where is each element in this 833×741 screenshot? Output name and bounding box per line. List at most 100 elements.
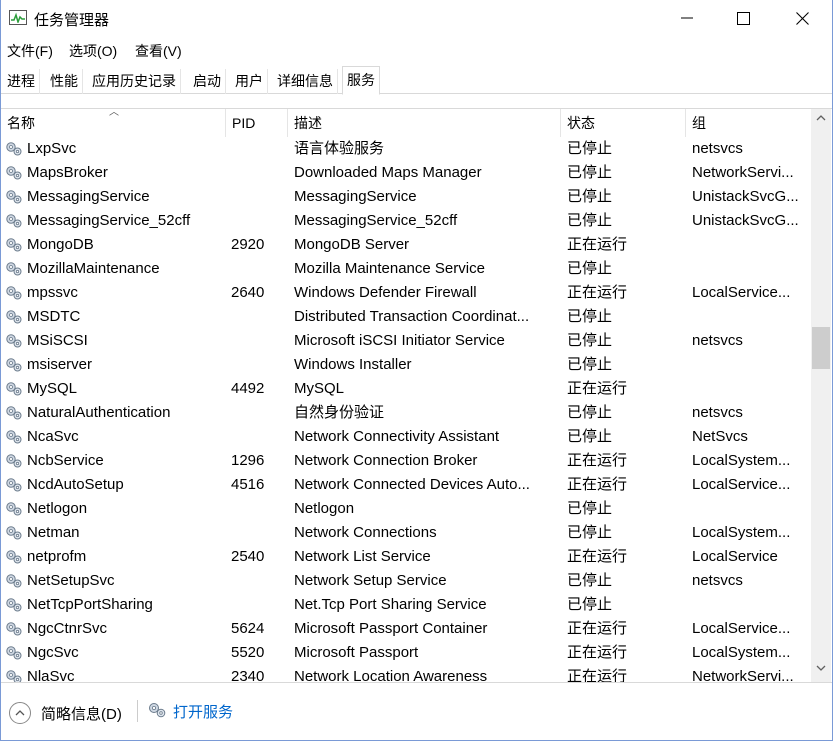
table-row[interactable]: MessagingService MessagingService 已停止 Unist… (1, 185, 811, 209)
table-row[interactable]: MapsBroker Downloaded Maps Manager 已停止 Netw… (1, 161, 811, 185)
maximize-button[interactable] (712, 0, 774, 36)
service-pid (231, 425, 281, 449)
service-pid (231, 185, 281, 209)
table-row[interactable]: MozillaMaintenance Mozilla Maintenance Se… (1, 257, 811, 281)
service-gear-icon (5, 237, 23, 253)
service-gear-icon (5, 381, 23, 397)
title-bar[interactable]: 任务管理器 (1, 0, 832, 36)
table-row[interactable]: NetSetupSvc Network Setup Service 已停止 netsv… (1, 569, 811, 593)
service-description: Microsoft iSCSI Initiator Service (294, 332, 505, 349)
tab-startup[interactable]: 启动 (189, 69, 226, 94)
menu-options[interactable]: 选项(O) (69, 41, 117, 61)
table-row[interactable]: NaturalAuthentication 自然身份验证 已停止 netsvcs (1, 401, 811, 425)
minimize-button[interactable] (656, 0, 718, 36)
column-header-group[interactable]: 组 (686, 109, 811, 137)
table-row[interactable]: MSDTC Distributed Transaction Coordinat..… (1, 305, 811, 329)
sort-ascending-icon: ︿ (109, 107, 119, 118)
table-row[interactable]: NcbService 1296 Network Connection Broker 正… (1, 449, 811, 473)
table-row[interactable]: MessagingService_52cff MessagingService_5… (1, 209, 811, 233)
service-group: LocalService... (692, 284, 791, 301)
table-row[interactable]: MSiSCSI Microsoft iSCSI Initiator Service… (1, 329, 811, 353)
service-group: NetworkServi... (692, 164, 794, 181)
table-row[interactable]: mpssvc 2640 Windows Defender Firewall 正在运行 L… (1, 281, 811, 305)
open-services-link[interactable]: 打开服务 (147, 701, 233, 722)
table-row[interactable]: Netman Network Connections 已停止 LocalSystem.… (1, 521, 811, 545)
menu-view[interactable]: 查看(V) (135, 41, 182, 61)
table-row[interactable]: NcaSvc Network Connectivity Assistant 已停止 N… (1, 425, 811, 449)
service-group: LocalService (692, 548, 778, 565)
task-manager-icon (9, 10, 27, 25)
service-name: MozillaMaintenance (27, 260, 160, 277)
service-gear-icon (5, 165, 23, 181)
service-group: netsvcs (692, 332, 743, 349)
service-gear-icon (5, 669, 23, 683)
table-row[interactable]: netprofm 2540 Network List Service 正在运行 Loca… (1, 545, 811, 569)
service-status: 正在运行 (567, 548, 628, 565)
service-description: Network Connection Broker (294, 452, 478, 469)
table-row[interactable]: MongoDB 2920 MongoDB Server 正在运行 (1, 233, 811, 257)
task-manager-window: 任务管理器 文件(F) 选项(O) 查看(V) 进程 性能 应用历史记录 启动 … (0, 0, 833, 741)
table-row[interactable]: NgcCtnrSvc 5624 Microsoft Passport Contain… (1, 617, 811, 641)
column-header-description[interactable]: 描述 (288, 109, 561, 137)
service-name: LxpSvc (27, 140, 77, 157)
service-status: 正在运行 (567, 452, 628, 469)
table-row[interactable]: NlaSvc 2340 Network Location Awareness 正在运行… (1, 665, 811, 683)
service-group (692, 353, 808, 377)
service-gear-icon (5, 453, 23, 469)
service-pid: 4516 (231, 476, 265, 493)
scroll-up-arrow-icon[interactable] (811, 109, 831, 126)
service-description: Microsoft Passport Container (294, 620, 488, 637)
less-details-button[interactable]: 简略信息(D) (9, 702, 122, 724)
table-row[interactable]: NgcSvc 5520 Microsoft Passport 正在运行 LocalSys… (1, 641, 811, 665)
service-gear-icon (5, 261, 23, 277)
table-row[interactable]: msiserver Windows Installer 已停止 (1, 353, 811, 377)
tab-processes[interactable]: 进程 (3, 69, 40, 94)
service-gear-icon (5, 525, 23, 541)
service-status: 已停止 (567, 164, 613, 181)
tab-performance[interactable]: 性能 (46, 69, 83, 94)
service-name: NcbService (27, 452, 104, 469)
service-group: NetworkServi... (692, 668, 794, 683)
service-name: NgcSvc (27, 644, 79, 661)
column-header-status[interactable]: 状态 (561, 109, 686, 137)
service-name: NgcCtnrSvc (27, 620, 108, 637)
service-group (692, 233, 808, 257)
vertical-scrollbar[interactable] (811, 109, 831, 683)
tab-app-history[interactable]: 应用历史记录 (88, 69, 181, 94)
service-status: 正在运行 (567, 236, 628, 253)
tab-users[interactable]: 用户 (231, 69, 268, 94)
table-row[interactable]: Netlogon Netlogon 已停止 (1, 497, 811, 521)
close-button[interactable] (771, 0, 833, 36)
service-description: Downloaded Maps Manager (294, 164, 482, 181)
service-pid: 5624 (231, 620, 265, 637)
scroll-down-arrow-icon[interactable] (811, 659, 831, 676)
service-pid (231, 353, 281, 377)
service-gear-icon (5, 477, 23, 493)
service-group (692, 377, 808, 401)
services-table: ︿ 名称 PID 描述 状态 组 LxpSvc 语言体验服务 已停止 netsvcs M… (1, 107, 832, 683)
service-gear-icon (5, 357, 23, 373)
service-group: netsvcs (692, 572, 743, 589)
column-header-pid[interactable]: PID (226, 109, 288, 137)
service-description: MessagingService (294, 188, 417, 205)
service-name: Netlogon (27, 500, 88, 517)
table-row[interactable]: LxpSvc 语言体验服务 已停止 netsvcs (1, 137, 811, 161)
service-pid (231, 593, 281, 617)
scroll-thumb[interactable] (812, 327, 830, 369)
service-name: MongoDB (27, 236, 94, 253)
column-header-name[interactable]: ︿ 名称 (1, 107, 226, 137)
footer-divider (137, 700, 138, 722)
service-description: Network Connections (294, 524, 437, 541)
table-row[interactable]: NcdAutoSetup 4516 Network Connected Device… (1, 473, 811, 497)
service-name: MessagingService (27, 188, 150, 205)
service-group (692, 257, 808, 281)
service-group (692, 593, 808, 617)
service-gear-icon (5, 189, 23, 205)
tab-details[interactable]: 详细信息 (273, 69, 338, 94)
open-services-label: 打开服务 (173, 704, 234, 721)
tab-services[interactable]: 服务 (342, 66, 380, 95)
service-status: 正在运行 (567, 644, 628, 661)
menu-file[interactable]: 文件(F) (7, 41, 53, 61)
table-row[interactable]: NetTcpPortSharing Net.Tcp Port Sharing Se… (1, 593, 811, 617)
table-row[interactable]: MySQL 4492 MySQL 正在运行 (1, 377, 811, 401)
